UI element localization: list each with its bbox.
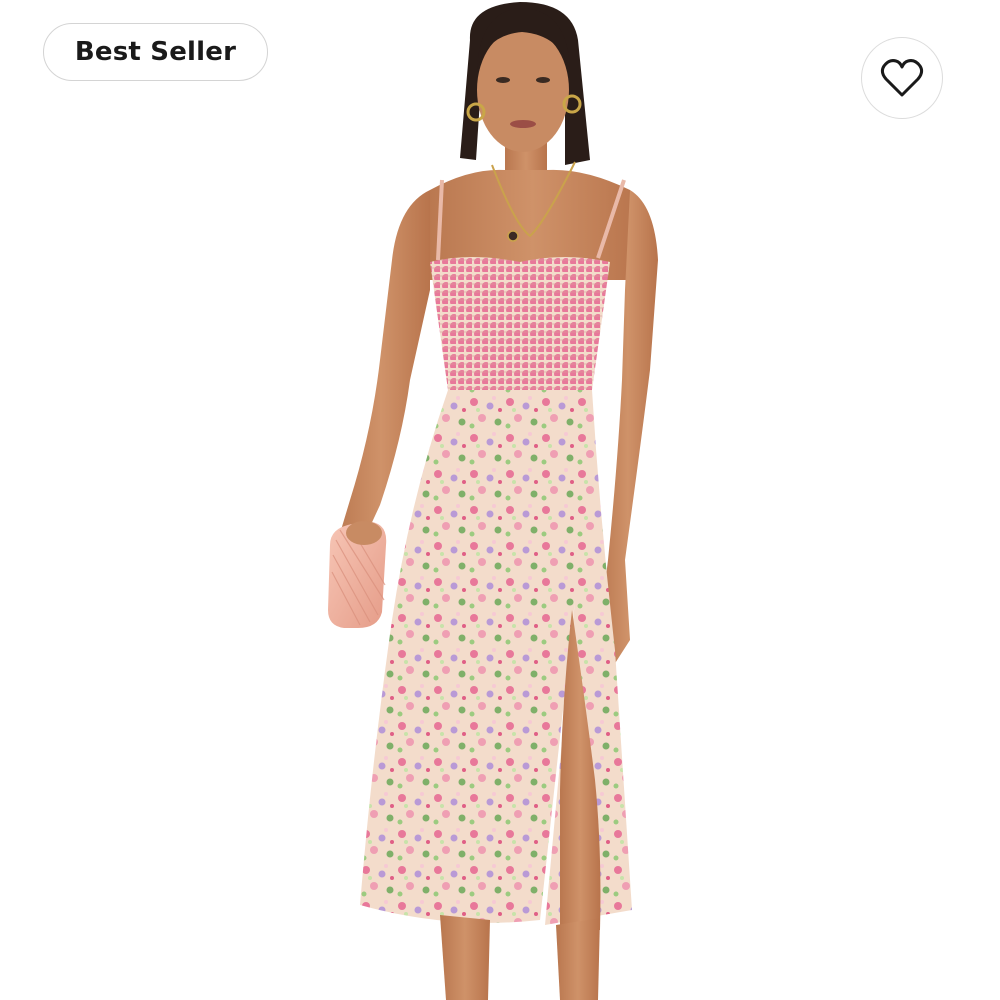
best-seller-label: Best Seller	[74, 37, 237, 67]
product-photo[interactable]	[0, 0, 1000, 1000]
best-seller-badge: Best Seller	[43, 23, 268, 81]
heart-icon	[880, 59, 924, 97]
product-card: Best Seller	[0, 0, 1000, 1000]
favorite-button[interactable]	[861, 37, 943, 119]
